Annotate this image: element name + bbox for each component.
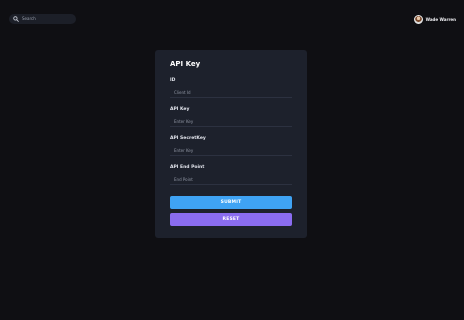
api-end-point-input[interactable] bbox=[170, 175, 292, 185]
client-id-input[interactable] bbox=[170, 88, 292, 98]
reset-button[interactable]: RESET bbox=[170, 213, 292, 226]
api-key-input[interactable] bbox=[170, 117, 292, 127]
submit-button[interactable]: SUBMIT bbox=[170, 196, 292, 209]
user-name: Wade Warren bbox=[425, 16, 456, 22]
search-icon bbox=[13, 16, 19, 22]
id-label: ID bbox=[170, 78, 176, 83]
top-bar: Search Wade Warren bbox=[0, 0, 464, 38]
search-bar[interactable]: Search bbox=[9, 14, 76, 24]
search-input[interactable]: Search bbox=[22, 17, 36, 21]
api-secret-key-input[interactable] bbox=[170, 146, 292, 156]
api-end-point-label: API End Point bbox=[170, 165, 205, 170]
user-menu[interactable]: Wade Warren bbox=[413, 14, 456, 24]
api-key-label: API Key bbox=[170, 107, 190, 112]
api-key-card bbox=[155, 50, 307, 238]
page-title: API Key bbox=[170, 60, 201, 68]
api-secret-key-label: API SecretKey bbox=[170, 136, 206, 141]
avatar[interactable] bbox=[413, 14, 423, 24]
